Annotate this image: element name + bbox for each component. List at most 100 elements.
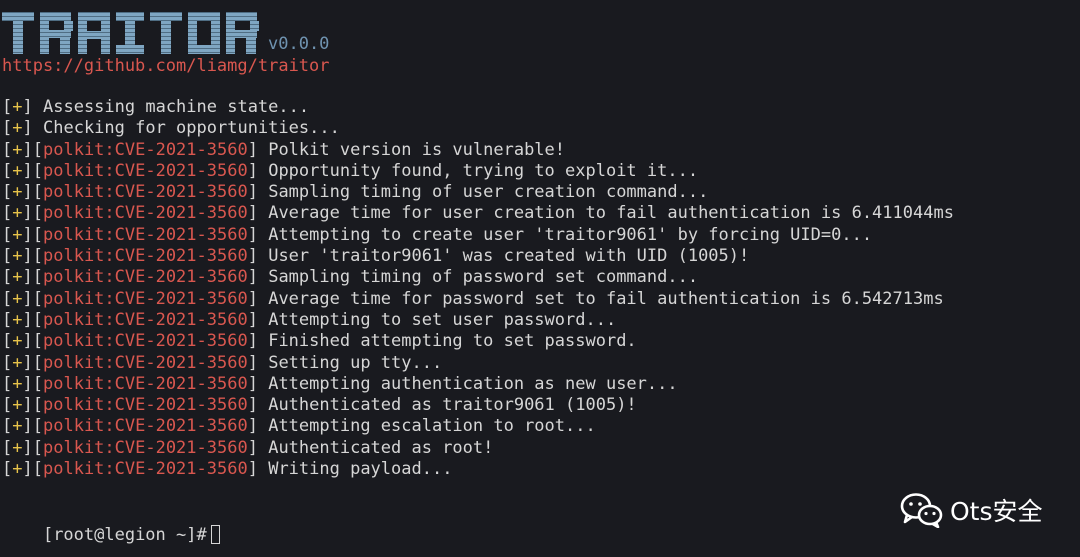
log-line: [+][polkit:CVE-2021-3560] Average time f…	[2, 289, 954, 310]
log-message: Opportunity found, trying to exploit it.…	[268, 160, 699, 181]
log-line: [+][polkit:CVE-2021-3560] Attempting esc…	[2, 416, 954, 437]
bracket-close: ]	[22, 267, 33, 288]
exploit-tag: polkit:CVE-2021-3560	[43, 373, 248, 394]
bracket-close: ]	[22, 118, 33, 139]
bracket-open: [	[2, 139, 13, 160]
bracket-open: [	[2, 395, 13, 416]
watermark-text: Ots安全	[950, 497, 1043, 526]
tag-bracket-close: ]	[247, 224, 258, 245]
log-line: [+][polkit:CVE-2021-3560] Average time f…	[2, 203, 954, 224]
bracket-close: ]	[22, 437, 33, 458]
exploit-tag: polkit:CVE-2021-3560	[43, 437, 248, 458]
status-marker: +	[12, 309, 23, 330]
bracket-close: ]	[22, 182, 33, 203]
bracket-open: [	[2, 331, 13, 352]
log-message: Assessing machine state...	[43, 97, 310, 117]
status-marker: +	[12, 437, 23, 458]
status-marker: +	[12, 373, 23, 394]
log-message: Attempting to set user password...	[268, 309, 617, 330]
tag-bracket-close: ]	[247, 267, 258, 288]
status-marker: +	[12, 352, 23, 373]
bracket-open: [	[2, 288, 13, 309]
tag-bracket-open: [	[32, 437, 43, 458]
status-marker: +	[12, 97, 23, 117]
status-marker: +	[12, 459, 23, 480]
bracket-close: ]	[22, 246, 33, 267]
terminal-window[interactable]: v0.0.0 https://github.com/liamg/traitor …	[0, 0, 1080, 557]
bracket-close: ]	[22, 224, 33, 245]
log-line: [+][polkit:CVE-2021-3560] Setting up tty…	[2, 353, 954, 374]
log-message: Attempting escalation to root...	[268, 416, 596, 437]
tag-bracket-open: [	[32, 288, 43, 309]
bracket-close: ]	[22, 395, 33, 416]
exploit-tag: polkit:CVE-2021-3560	[43, 203, 248, 224]
bracket-open: [	[2, 373, 13, 394]
log-line: [+][polkit:CVE-2021-3560] Sampling timin…	[2, 182, 954, 203]
status-marker: +	[12, 203, 23, 224]
exploit-tag: polkit:CVE-2021-3560	[43, 288, 248, 309]
shell-prompt[interactable]: [root@legion ~]#	[2, 502, 220, 557]
bracket-open: [	[2, 118, 13, 139]
log-line: [+][polkit:CVE-2021-3560] Authenticated …	[2, 438, 954, 459]
tag-bracket-open: [	[32, 224, 43, 245]
bracket-open: [	[2, 97, 13, 117]
exploit-tag: polkit:CVE-2021-3560	[43, 331, 248, 352]
log-message: Checking for opportunities...	[43, 118, 340, 139]
log-message: Average time for password set to fail au…	[268, 288, 944, 309]
status-marker: +	[12, 224, 23, 245]
log-message: Finished attempting to set password.	[268, 331, 637, 352]
tag-bracket-open: [	[32, 459, 43, 480]
tag-bracket-close: ]	[247, 352, 258, 373]
log-message: Polkit version is vulnerable!	[268, 139, 566, 160]
tag-bracket-close: ]	[247, 160, 258, 181]
log-message: Writing payload...	[268, 459, 453, 480]
tag-bracket-close: ]	[247, 395, 258, 416]
status-marker: +	[12, 267, 23, 288]
repo-link[interactable]: https://github.com/liamg/traitor	[2, 56, 330, 76]
status-marker: +	[12, 139, 23, 160]
bracket-open: [	[2, 224, 13, 245]
bracket-close: ]	[22, 331, 33, 352]
tag-bracket-open: [	[32, 309, 43, 330]
traitor-logo	[2, 6, 264, 58]
bracket-open: [	[2, 203, 13, 224]
bracket-open: [	[2, 416, 13, 437]
tag-bracket-close: ]	[247, 139, 258, 160]
tag-bracket-close: ]	[247, 416, 258, 437]
log-message: Attempting to create user 'traitor9061' …	[268, 224, 873, 245]
watermark: Ots安全	[900, 490, 1043, 530]
bracket-open: [	[2, 309, 13, 330]
tag-bracket-open: [	[32, 352, 43, 373]
tag-bracket-open: [	[32, 395, 43, 416]
log-line: [+][polkit:CVE-2021-3560] Sampling timin…	[2, 267, 954, 288]
bracket-open: [	[2, 182, 13, 203]
bracket-close: ]	[22, 373, 33, 394]
bracket-close: ]	[22, 97, 33, 117]
exploit-tag: polkit:CVE-2021-3560	[43, 395, 248, 416]
status-marker: +	[12, 416, 23, 437]
tag-bracket-open: [	[32, 267, 43, 288]
log-line: [+][polkit:CVE-2021-3560] Polkit version…	[2, 140, 954, 161]
tag-bracket-close: ]	[247, 437, 258, 458]
bracket-open: [	[2, 352, 13, 373]
exploit-tag: polkit:CVE-2021-3560	[43, 224, 248, 245]
tag-bracket-close: ]	[247, 373, 258, 394]
bracket-open: [	[2, 160, 13, 181]
bracket-close: ]	[22, 416, 33, 437]
status-marker: +	[12, 118, 23, 139]
tag-bracket-open: [	[32, 246, 43, 267]
log-line: [+][polkit:CVE-2021-3560] Finished attem…	[2, 331, 954, 352]
tag-bracket-close: ]	[247, 182, 258, 203]
tag-bracket-open: [	[32, 416, 43, 437]
log-message: Authenticated as root!	[268, 437, 494, 458]
bracket-open: [	[2, 459, 13, 480]
log-line: [+] Checking for opportunities...	[2, 118, 954, 139]
prompt-text: [root@legion ~]#	[42, 525, 207, 545]
log-line: [+][polkit:CVE-2021-3560] Attempting aut…	[2, 374, 954, 395]
log-message: Authenticated as traitor9061 (1005)!	[268, 395, 637, 416]
cursor-block[interactable]	[210, 525, 220, 544]
exploit-tag: polkit:CVE-2021-3560	[43, 182, 248, 203]
bracket-close: ]	[22, 288, 33, 309]
tag-bracket-open: [	[32, 139, 43, 160]
bracket-close: ]	[22, 203, 33, 224]
